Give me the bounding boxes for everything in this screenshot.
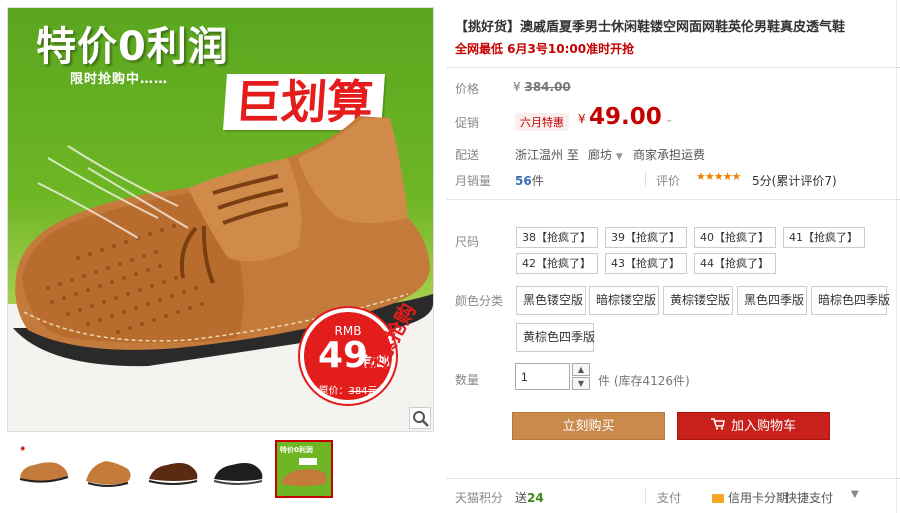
original-price-value: 384.00 (524, 80, 571, 94)
chevron-down-icon[interactable]: ▼ (851, 489, 859, 500)
color-label: 颜色分类 (455, 294, 504, 308)
divider (645, 489, 646, 503)
color-option-5[interactable]: 暗棕色四季版 (811, 286, 890, 315)
stock-info: 件 (库存4126件) (598, 374, 690, 388)
pay-label: 支付 (657, 491, 682, 505)
thumbnail-2[interactable] (79, 440, 137, 498)
quantity-increase-button[interactable]: ▲ (572, 363, 590, 376)
buy-now-button[interactable]: 立刻购买 (512, 412, 665, 440)
zoom-icon[interactable] (409, 407, 431, 429)
promo-title: 特价0利润 (36, 24, 229, 70)
sales-count: 56件 (515, 172, 544, 189)
promo-subtitle: 限时抢购中…… (70, 72, 169, 87)
size-option-42[interactable]: 42【抢疯了】 (516, 253, 598, 274)
points-prefix: 送 (515, 491, 528, 505)
thumbnail-strip: ◉ 特价0利润 (7, 440, 434, 502)
add-to-cart-label: 加入购物车 (730, 419, 796, 434)
points-label: 天猫积分 (455, 491, 504, 505)
divider (447, 67, 900, 68)
quantity-decrease-button[interactable]: ▼ (572, 377, 590, 390)
quantity-input[interactable] (515, 363, 570, 390)
shipping-note: 商家承担运费 (633, 148, 706, 162)
ship-to-selector[interactable]: 廊坊 ▼ (588, 146, 623, 163)
product-title: 【挑好货】澳戚盾夏季男士休闲鞋镂空网面网鞋英伦男鞋真皮透气鞋 (455, 20, 846, 35)
size-label: 尺码 (455, 235, 480, 249)
thumbnail-1[interactable]: ◉ (15, 440, 73, 498)
divider (645, 172, 646, 186)
price-label: 价格 (455, 82, 480, 96)
divider (447, 478, 900, 479)
page-border (896, 0, 897, 513)
color-option-6[interactable]: 黄棕色四季版 (516, 323, 595, 352)
points-amount: 24 (527, 491, 544, 505)
chevron-down-icon[interactable]: ⌄ (665, 114, 673, 125)
quantity-label: 数量 (455, 373, 480, 387)
ship-from-text: 浙江温州 (515, 148, 564, 162)
badge-original-price: 原价：384元 (304, 382, 392, 397)
promo-label: 促销 (455, 116, 480, 130)
sale-currency: ¥ (578, 112, 586, 126)
product-subtitle: 全网最低 6月3号10:00准时开抢 (455, 42, 635, 56)
svg-text:◉: ◉ (20, 445, 25, 452)
color-option-2[interactable]: 暗棕镂空版 (589, 286, 659, 315)
color-option-1[interactable]: 黑色镂空版 (516, 286, 586, 315)
eval-label: 评价 (656, 174, 681, 188)
currency-symbol: ¥ (513, 80, 521, 94)
main-product-image[interactable]: 特价0利润 限时抢购中…… 巨划算 RMB 49 包邮 原价：384元 赶紧抢购 (7, 7, 434, 432)
size-option-40[interactable]: 40【抢疯了】 (694, 227, 776, 248)
size-option-41[interactable]: 41【抢疯了】 (783, 227, 865, 248)
points-value: 送24 (515, 489, 544, 506)
size-option-43[interactable]: 43【抢疯了】 (605, 253, 687, 274)
thumbnail-5[interactable]: 特价0利润 (275, 440, 333, 498)
ship-from: 浙江温州 至 (515, 146, 579, 163)
eval-link[interactable]: 5分(累计评价7) (752, 172, 837, 189)
sales-count-value: 56 (515, 174, 532, 188)
badge-price: 49 (318, 335, 369, 376)
badge-orig-value: 384元 (348, 386, 378, 397)
size-option-39[interactable]: 39【抢疯了】 (605, 227, 687, 248)
pay-card-label: 信用卡分期 (728, 491, 789, 505)
size-option-38[interactable]: 38【抢疯了】 (516, 227, 598, 248)
add-to-cart-button[interactable]: 加入购物车 (677, 412, 830, 440)
chevron-down-icon: ▼ (615, 152, 623, 162)
color-option-4[interactable]: 黑色四季版 (737, 286, 807, 315)
credit-card-icon (712, 494, 724, 503)
thumbnail-3[interactable] (144, 440, 202, 498)
sales-count-unit: 件 (531, 174, 544, 188)
sale-price: 49.00 (589, 104, 662, 130)
badge-orig-label: 原价： (318, 386, 349, 397)
pay-quick[interactable]: 快捷支付 (785, 489, 833, 506)
size-option-44[interactable]: 44【抢疯了】 (694, 253, 776, 274)
promo-tag: 六月特惠 (515, 113, 569, 131)
cart-icon (710, 413, 725, 441)
ship-to-text: 廊坊 (588, 148, 613, 162)
rating-stars-icon: ★★★★★ (696, 170, 741, 183)
shipping-label: 配送 (455, 148, 480, 162)
pay-credit-installment[interactable]: 信用卡分期 (712, 489, 788, 506)
color-option-3[interactable]: 黄棕镂空版 (663, 286, 733, 315)
thumbnail-4[interactable] (209, 440, 267, 498)
ship-to-prefix: 至 (566, 148, 579, 162)
divider (447, 199, 900, 200)
thumb5-label: 特价0利润 (280, 445, 313, 454)
sales-label: 月销量 (455, 174, 492, 188)
original-price: ¥ 384.00 (513, 80, 571, 94)
